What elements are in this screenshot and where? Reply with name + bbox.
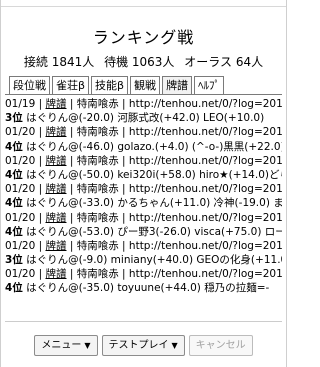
- log-date: 01/20: [5, 268, 36, 281]
- log-header-row: 01/20 | 牌譜 | 特南喰赤 | http://tenhou.net/0/…: [5, 211, 282, 225]
- result-place: 4位: [5, 282, 23, 295]
- log-url[interactable]: http://tenhou.net/0/?log=2015012: [129, 126, 282, 138]
- result-scores: はぐりん@(-20.0) 河豚式改(+42.0) LEO(+10.0): [26, 112, 265, 125]
- log-url[interactable]: http://tenhou.net/0/?log=2015012: [129, 155, 282, 167]
- log-url[interactable]: http://tenhou.net/0/?log=2015012: [129, 268, 282, 280]
- log-result-row: 4位 はぐりん@(-33.0) かるちゃん(+11.0) 冷神(-19.0) ま: [5, 196, 282, 210]
- chevron-down-icon: ▼: [84, 341, 91, 350]
- log-url[interactable]: http://tenhou.net/0/?log=2015012: [129, 183, 282, 195]
- window-top-border: [0, 0, 287, 7]
- log-url[interactable]: http://tenhou.net/0/?log=20150: [129, 98, 282, 110]
- stat-connected: 接続 1841人: [23, 55, 95, 69]
- page-title: ランキング戦: [92, 28, 195, 47]
- log-date: 01/19: [5, 98, 36, 110]
- stat-waiting: 待機 1063人: [104, 55, 175, 69]
- log-date: 01/20: [5, 183, 36, 196]
- log-header-row: 01/20 | 牌譜 | 特南喰赤 | http://tenhou.net/0/…: [5, 125, 282, 139]
- room-type: 特南喰赤: [76, 268, 119, 281]
- menu-button[interactable]: メニュー ▼: [34, 335, 98, 356]
- lobby-stats: 接続 1841人 待機 1063人 オーラス 64人: [0, 53, 287, 70]
- game-log-link[interactable]: 牌譜: [45, 98, 66, 110]
- tab-dan-ranking[interactable]: 段位戦: [9, 76, 50, 94]
- log-header-row: 01/20 | 牌譜 | 特南喰赤 | http://tenhou.net/0/…: [5, 239, 282, 253]
- tab-skill-beta[interactable]: 技能β: [91, 76, 129, 94]
- tab-spectate[interactable]: 観戦: [130, 76, 161, 94]
- cancel-button[interactable]: キャンセル: [188, 335, 253, 356]
- tab-game-logs[interactable]: 牌譜: [162, 76, 193, 94]
- result-place: 3位: [5, 112, 23, 125]
- room-type: 特南喰赤: [76, 126, 119, 139]
- result-place: 4位: [5, 197, 23, 210]
- menu-button-label: メニュー: [41, 340, 82, 351]
- game-log-link[interactable]: 牌譜: [45, 155, 66, 167]
- game-log-link[interactable]: 牌譜: [45, 212, 66, 224]
- log-result-row: 4位 はぐりん@(-35.0) toyuune(+44.0) 穏乃の拉麺=-: [5, 281, 282, 295]
- result-scores: はぐりん@(-9.0) miniany(+40.0) GEOの化身(+11.0): [26, 254, 282, 267]
- log-header-row: 01/19 | 牌譜 | 特南喰赤 | http://tenhou.net/0/…: [5, 97, 282, 111]
- result-scores: はぐりん@(-33.0) かるちゃん(+11.0) 冷神(-19.0) ま: [26, 197, 282, 210]
- test-play-button[interactable]: テストプレイ ▼: [101, 335, 185, 356]
- game-log-link[interactable]: 牌譜: [45, 183, 66, 195]
- log-bottom-border: [5, 321, 282, 322]
- result-scores: はぐりん@(-46.0) golazo.(+4.0) (^-o-)黒黒(+22.…: [26, 140, 282, 153]
- log-date: 01/20: [5, 211, 36, 224]
- game-log-link[interactable]: 牌譜: [45, 240, 66, 252]
- result-place: 4位: [5, 168, 23, 181]
- log-header-row: 01/20 | 牌譜 | 特南喰赤 | http://tenhou.net/0/…: [5, 182, 282, 196]
- test-play-button-label: テストプレイ: [108, 340, 169, 351]
- log-header-row: 01/20 | 牌譜 | 特南喰赤 | http://tenhou.net/0/…: [5, 154, 282, 168]
- room-type: 特南喰赤: [76, 183, 119, 196]
- log-url[interactable]: http://tenhou.net/0/?log=2015012: [129, 212, 282, 224]
- log-result-row: 4位 はぐりん@(-53.0) ぴー野3(-26.0) visca(+75.0)…: [5, 225, 282, 239]
- result-place: 4位: [5, 140, 23, 153]
- log-result-row: 3位 はぐりん@(-20.0) 河豚式改(+42.0) LEO(+10.0): [5, 111, 282, 125]
- log-header-row: 01/20 | 牌譜 | 特南喰赤 | http://tenhou.net/0/…: [5, 267, 282, 281]
- room-type: 特南喰赤: [76, 211, 119, 224]
- game-log-link[interactable]: 牌譜: [45, 126, 66, 138]
- game-log-list[interactable]: 01/19 | 牌譜 | 特南喰赤 | http://tenhou.net/0/…: [5, 97, 282, 321]
- tab-underline: [5, 94, 282, 95]
- tab-jansou-beta[interactable]: 雀荘β: [52, 76, 90, 94]
- log-date: 01/20: [5, 239, 36, 252]
- log-result-row: 4位 はぐりん@(-46.0) golazo.(+4.0) (^-o-)黒黒(+…: [5, 140, 282, 154]
- result-place: 4位: [5, 225, 23, 238]
- bottom-toolbar: メニュー ▼ テストプレイ ▼ キャンセル: [0, 335, 287, 356]
- tab-help[interactable]: ﾍﾙﾌﾟ: [194, 76, 225, 94]
- result-scores: はぐりん@(-53.0) ぴー野3(-26.0) visca(+75.0) ロー: [26, 225, 282, 238]
- tab-bar: 段位戦 雀荘β 技能β 観戦 牌譜 ﾍﾙﾌﾟ: [9, 76, 226, 94]
- stat-all-last: オーラス 64人: [184, 55, 264, 69]
- log-result-row: 4位 はぐりん@(-50.0) kei320i(+58.0) hiro★(+14…: [5, 168, 282, 182]
- log-url[interactable]: http://tenhou.net/0/?log=2015012: [129, 240, 282, 252]
- room-type: 特南喰赤: [76, 239, 119, 252]
- result-place: 3位: [5, 254, 23, 267]
- chevron-down-icon: ▼: [171, 341, 178, 350]
- log-date: 01/20: [5, 154, 36, 167]
- room-type: 特南喰赤: [76, 154, 119, 167]
- log-date: 01/20: [5, 126, 36, 139]
- room-type: 特南喰赤: [76, 98, 119, 110]
- game-log-link[interactable]: 牌譜: [45, 268, 66, 280]
- log-result-row: 3位 はぐりん@(-9.0) miniany(+40.0) GEOの化身(+11…: [5, 253, 282, 267]
- result-scores: はぐりん@(-50.0) kei320i(+58.0) hiro★(+14.0)…: [26, 168, 282, 181]
- result-scores: はぐりん@(-35.0) toyuune(+44.0) 穏乃の拉麺=-: [26, 282, 270, 295]
